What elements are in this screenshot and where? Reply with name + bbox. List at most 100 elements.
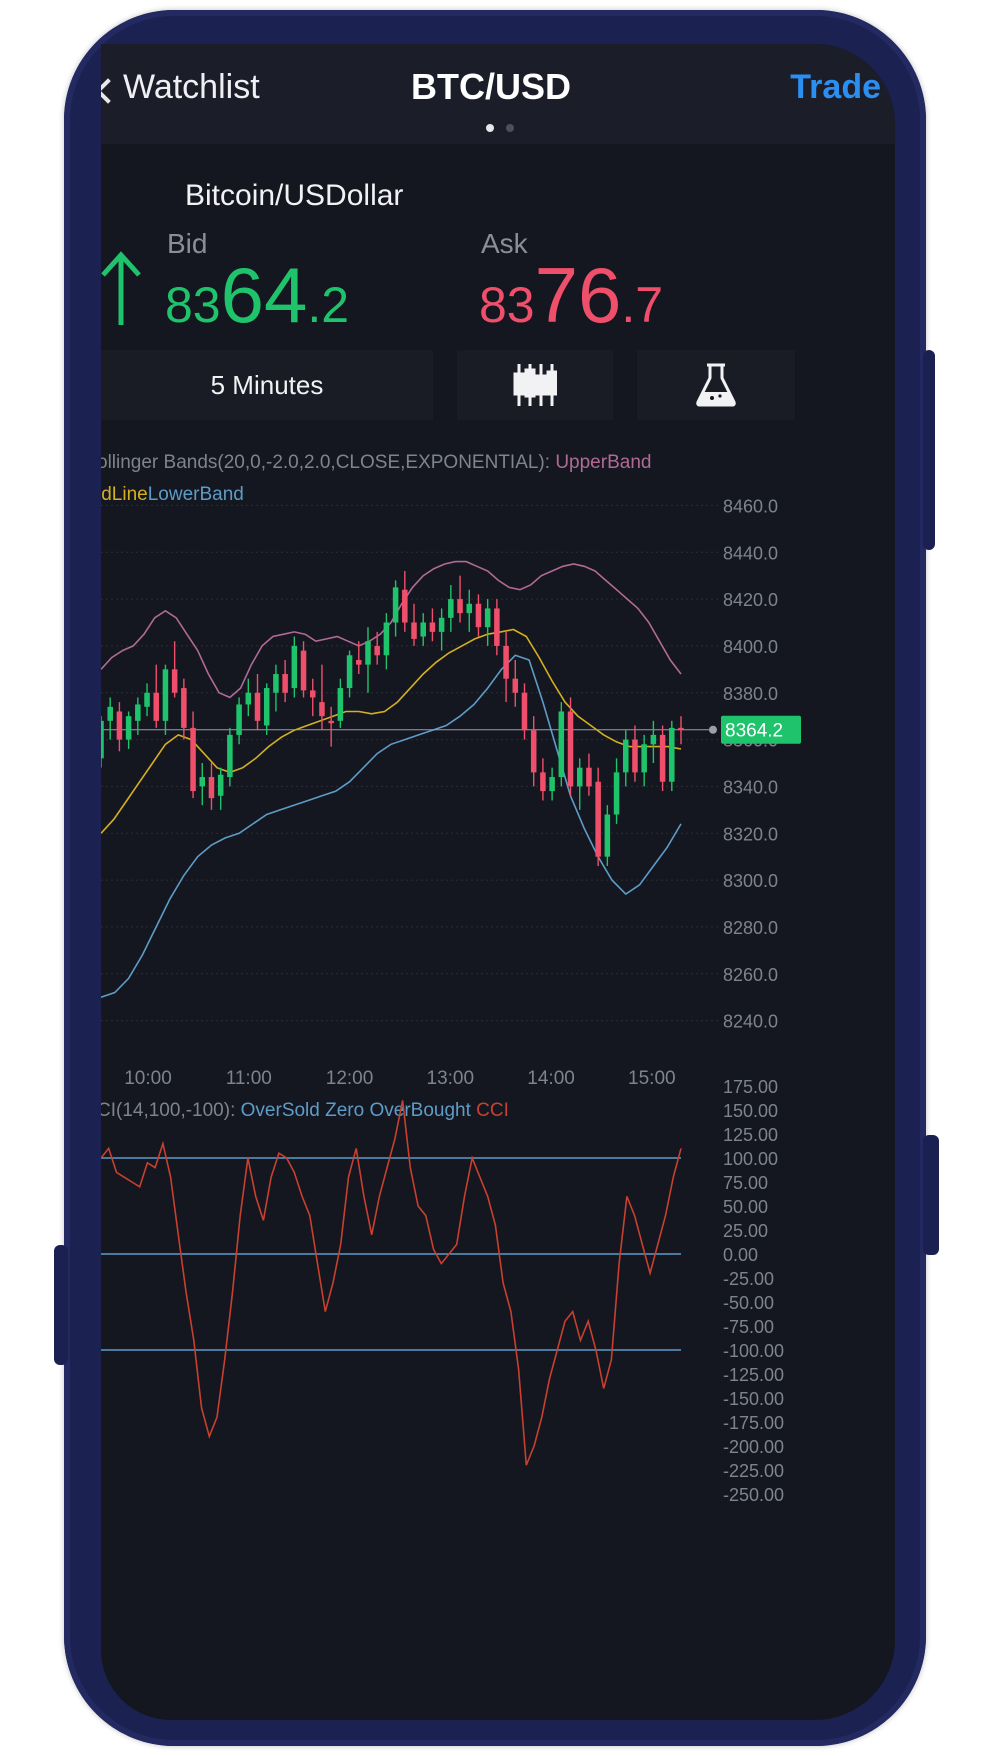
price-axis-tick: 8280.0	[723, 918, 778, 938]
price-axis-tick: 8420.0	[723, 590, 778, 610]
price-axis-tick: 8320.0	[723, 824, 778, 844]
last-price-badge-label: 8364.2	[725, 721, 783, 742]
candle-body	[101, 720, 104, 759]
candle-body	[521, 692, 528, 731]
cci-axis-tick: -100.00	[723, 1341, 784, 1361]
cci-axis-tick: -25.00	[723, 1269, 774, 1289]
cci-axis-tick: 125.00	[723, 1125, 778, 1145]
time-axis-tick: 10:00	[124, 1068, 172, 1089]
price-axis-tick: 8240.0	[723, 1012, 778, 1032]
candle-body	[153, 692, 159, 721]
candle-body	[309, 690, 316, 698]
cci-axis-tick: 75.00	[723, 1173, 768, 1193]
candle-body	[319, 702, 325, 717]
candle-body	[549, 777, 555, 792]
candle-body	[558, 711, 565, 778]
price-axis-tick: 8440.0	[723, 543, 778, 563]
candle-body	[346, 655, 353, 689]
candle-body	[457, 599, 463, 614]
candle-body	[245, 692, 252, 705]
time-axis-tick: 14:00	[527, 1068, 575, 1089]
candle-body	[448, 599, 454, 618]
candle-body	[208, 777, 215, 799]
candle-body	[162, 669, 169, 721]
candle-body	[567, 711, 574, 787]
candle-body	[171, 669, 178, 693]
candle-body	[429, 622, 436, 632]
price-axis-tick: 8300.0	[723, 871, 778, 891]
cci-axis-tick: 0.00	[723, 1245, 758, 1265]
candle-body	[659, 734, 666, 782]
price-axis-tick: 8260.0	[723, 965, 778, 985]
cci-axis-tick: 50.00	[723, 1197, 768, 1217]
candle-body	[669, 727, 675, 782]
candle-body	[604, 814, 611, 857]
price-axis-tick: 8340.0	[723, 777, 778, 797]
cci-axis-tick: -200.00	[723, 1437, 784, 1457]
phone-side-button	[54, 1245, 68, 1365]
candle-body	[217, 774, 224, 796]
candle-body	[365, 641, 371, 665]
candle-body	[650, 734, 657, 745]
candle-body	[576, 767, 583, 787]
cci-axis-tick: 25.00	[723, 1221, 768, 1241]
cci-axis-tick: -150.00	[723, 1389, 784, 1409]
candle-body	[135, 704, 141, 721]
candle-body	[328, 720, 334, 724]
candle-body	[107, 706, 113, 721]
price-axis-tick: 8380.0	[723, 684, 778, 704]
time-axis-tick: 15:00	[628, 1068, 676, 1089]
candle-body	[438, 617, 445, 632]
candle-body	[586, 767, 592, 787]
cci-axis-tick: -50.00	[723, 1293, 774, 1313]
mid-line	[101, 628, 682, 834]
cci-line	[101, 1100, 682, 1466]
price-axis-tick: 8460.0	[723, 496, 778, 516]
cci-axis-tick: 175.00	[723, 1077, 778, 1097]
candle-body	[466, 603, 473, 614]
candle-body	[530, 730, 537, 773]
candle-body	[125, 716, 132, 740]
candle-body	[420, 622, 426, 637]
candle-body	[227, 734, 233, 778]
candle-body	[374, 645, 380, 656]
candle-body	[503, 645, 509, 679]
cci-axis-tick: -175.00	[723, 1413, 784, 1433]
candle-body	[484, 608, 491, 628]
candle-body	[383, 622, 390, 656]
last-price-dot	[709, 725, 717, 734]
candle-body	[595, 781, 601, 857]
candle-body	[475, 603, 482, 628]
upper-band-line	[101, 560, 682, 699]
cci-axis-tick: -225.00	[723, 1461, 784, 1481]
candle-body	[181, 688, 187, 728]
candle-body	[199, 777, 206, 787]
candle-body	[356, 659, 362, 665]
candle-body	[291, 645, 298, 689]
candle-body	[190, 727, 196, 792]
candle-body	[632, 739, 638, 773]
candle-body	[337, 688, 344, 721]
price-chart[interactable]: 8460.08440.08420.08400.08380.08360.08340…	[101, 44, 895, 1720]
candle-body	[641, 744, 647, 773]
candle-body	[402, 589, 408, 623]
candle-body	[236, 704, 242, 735]
candle-body	[116, 711, 123, 740]
app-screen: Watchlist BTC/USD Trade Bitcoin/USDollar…	[101, 44, 895, 1720]
candle-body	[144, 692, 150, 707]
cci-axis-tick: -250.00	[723, 1485, 784, 1505]
candle-body	[300, 650, 307, 691]
candle-body	[263, 688, 270, 726]
phone-side-button	[923, 350, 935, 550]
candle-body	[254, 692, 261, 721]
phone-side-button	[923, 1135, 939, 1255]
candle-body	[282, 674, 288, 693]
cci-axis-tick: 150.00	[723, 1101, 778, 1121]
candle-body	[411, 622, 417, 639]
time-axis-tick: 11:00	[226, 1068, 272, 1089]
time-axis-tick: 13:00	[427, 1068, 475, 1089]
cci-axis-tick: 100.00	[723, 1149, 778, 1169]
cci-axis-tick: -75.00	[723, 1317, 774, 1337]
cci-axis-tick: -125.00	[723, 1365, 784, 1385]
price-axis-tick: 8400.0	[723, 637, 778, 657]
